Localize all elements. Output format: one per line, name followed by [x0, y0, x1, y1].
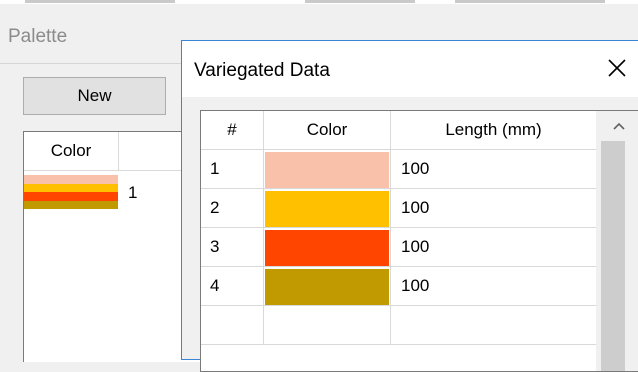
length-cell[interactable]: 100 [390, 227, 597, 267]
table-row[interactable]: 2 100 [201, 188, 597, 228]
palette-title: Palette [8, 26, 68, 47]
variegated-swatch [24, 175, 118, 209]
color-column-header[interactable]: Color [263, 111, 391, 150]
table-row[interactable]: 4 100 [201, 266, 597, 306]
row-index-cell: 1 [201, 149, 264, 189]
table-row[interactable] [201, 305, 597, 345]
color-swatch [265, 229, 389, 266]
dialog-title: Variegated Data [194, 60, 330, 81]
palette-row-number: 1 [128, 183, 138, 202]
vertical-scrollbar[interactable] [596, 111, 638, 371]
data-table: # Color Length (mm) 1 100 2 100 3 100 4 100 [201, 111, 597, 345]
index-column-header[interactable]: # [201, 111, 264, 150]
variegated-data-dialog: Variegated Data # Color Length (mm) 1 100… [181, 40, 638, 372]
length-cell[interactable] [390, 305, 597, 345]
color-cell[interactable] [263, 227, 391, 267]
color-cell[interactable] [263, 266, 391, 306]
blurred-text [455, 0, 605, 3]
scroll-thumb[interactable] [601, 141, 625, 371]
row-index-cell: 4 [201, 266, 264, 306]
table-header-row: # Color Length (mm) [201, 111, 597, 150]
top-window-strip [0, 0, 638, 4]
scroll-up-arrow[interactable] [596, 111, 638, 141]
palette-color-header[interactable]: Color [24, 132, 119, 170]
swatch-band [24, 183, 118, 192]
swatch-band [24, 200, 118, 209]
row-index-cell [201, 305, 264, 345]
row-index-cell: 2 [201, 188, 264, 228]
swatch-band [24, 192, 118, 201]
color-swatch [265, 268, 389, 305]
color-swatch [265, 151, 389, 188]
table-row[interactable]: 3 100 [201, 227, 597, 267]
swatch-band [24, 175, 118, 184]
length-cell[interactable]: 100 [390, 266, 597, 306]
color-cell[interactable] [263, 305, 391, 345]
length-cell[interactable]: 100 [390, 188, 597, 228]
table-row[interactable]: 1 100 [201, 149, 597, 189]
blurred-text [25, 0, 175, 3]
length-column-header[interactable]: Length (mm) [390, 111, 597, 150]
row-index-cell: 3 [201, 227, 264, 267]
new-button[interactable]: New [23, 77, 166, 115]
color-cell[interactable] [263, 188, 391, 228]
color-cell[interactable] [263, 149, 391, 189]
variegated-data-grid: # Color Length (mm) 1 100 2 100 3 100 4 100 [200, 110, 638, 372]
blurred-text [305, 0, 415, 3]
length-cell[interactable]: 100 [390, 149, 597, 189]
chevron-up-icon [612, 122, 625, 130]
dialog-titlebar[interactable]: Variegated Data [182, 41, 638, 97]
close-icon[interactable] [605, 56, 629, 80]
color-swatch [265, 190, 389, 227]
